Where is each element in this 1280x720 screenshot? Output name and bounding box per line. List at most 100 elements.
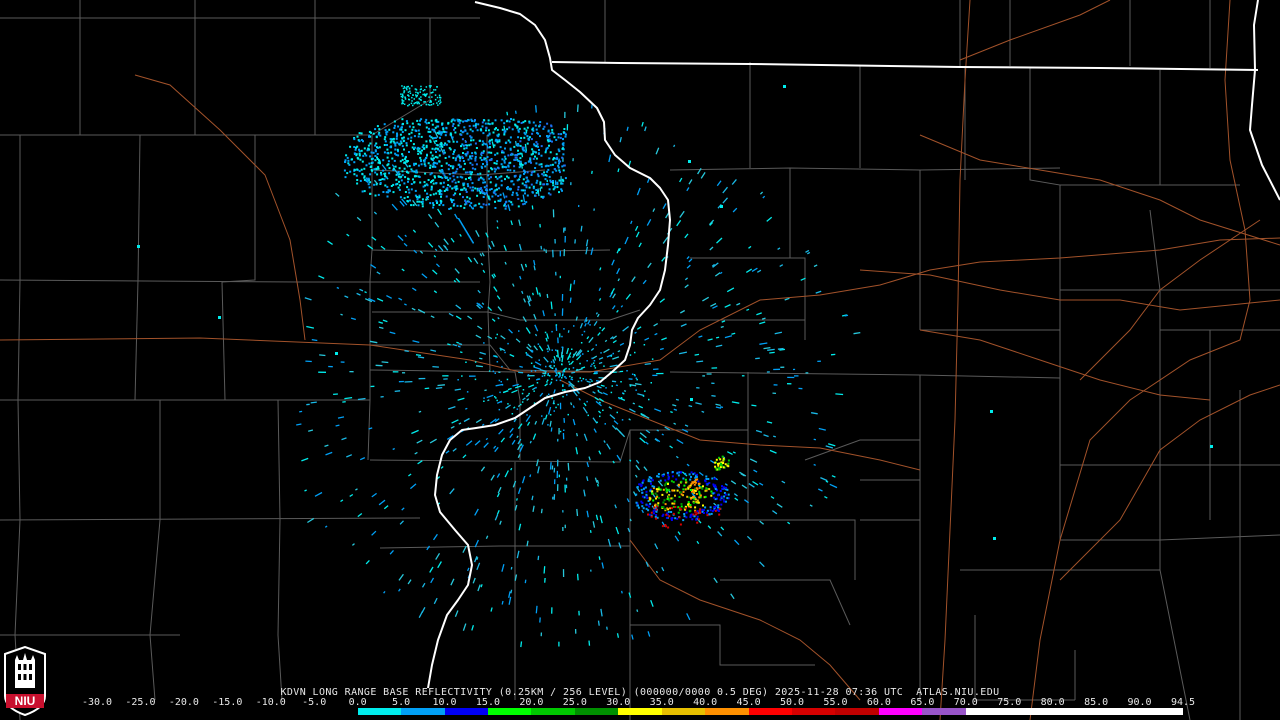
echo-pixel [426, 192, 429, 195]
echo-pixel [508, 120, 511, 123]
echo-pixel [714, 488, 717, 490]
echo-pixel [462, 144, 465, 147]
echo-pixel [376, 146, 378, 149]
echo-streak [531, 292, 534, 296]
echo-pixel [388, 167, 391, 170]
echo-pixel [506, 175, 508, 178]
echo-pixel [384, 184, 387, 187]
echo-pixel [585, 378, 587, 381]
echo-pixel [567, 413, 569, 416]
echo-pixel [559, 171, 561, 174]
echo-streak [535, 605, 538, 614]
echo-streak [636, 609, 639, 612]
echo-pixel [451, 201, 453, 204]
echo-pixel [365, 154, 368, 157]
legend-tick: 15.0 [475, 697, 500, 708]
echo-pixel [690, 497, 692, 500]
echo-pixel [555, 368, 557, 371]
echo-pixel [493, 128, 496, 131]
echo-pixel [497, 195, 500, 197]
echo-pixel [600, 352, 602, 354]
echo-pixel [558, 191, 560, 194]
echo-streak [394, 390, 401, 393]
echo-pixel [417, 123, 420, 126]
echo-pixel [692, 473, 695, 476]
echo-pixel [392, 137, 395, 140]
echo-pixel [370, 165, 373, 168]
echo-pixel [425, 146, 428, 149]
echo-pixel [590, 365, 592, 367]
echo-pixel [487, 174, 490, 177]
echo-pixel [417, 101, 420, 103]
echo-pixel [592, 362, 595, 364]
echo-pixel [402, 122, 404, 125]
echo-pixel [513, 145, 516, 148]
echo-pixel [404, 176, 407, 179]
echo-pixel [699, 512, 702, 514]
echo-pixel [545, 147, 548, 150]
echo-pixel [420, 163, 423, 166]
echo-streak [437, 384, 445, 387]
echo-streak [751, 404, 757, 407]
echo-pixel [705, 487, 708, 490]
echo-pixel [542, 174, 545, 177]
echo-pixel [411, 122, 414, 125]
echo-pixel [508, 200, 511, 203]
echo-pixel [687, 501, 690, 504]
echo-pixel [513, 165, 516, 168]
echo-pixel [483, 400, 485, 402]
echo-pixel [413, 135, 416, 138]
echo-pixel [481, 166, 484, 169]
echo-streak [515, 498, 518, 501]
echo-pixel [479, 156, 482, 159]
echo-pixel [403, 148, 405, 151]
echo-pixel [523, 136, 526, 139]
echo-pixel [702, 512, 705, 514]
echo-pixel [499, 199, 502, 202]
echo-pixel [677, 511, 680, 514]
echo-pixel [405, 120, 408, 123]
echo-pixel [435, 151, 437, 153]
echo-pixel [543, 374, 546, 377]
echo-pixel [568, 363, 571, 365]
echo-pixel [706, 514, 709, 517]
echo-pixel [670, 480, 673, 483]
echo-pixel [594, 367, 597, 369]
echo-pixel [403, 197, 406, 200]
echo-pixel [403, 161, 406, 164]
echo-pixel [403, 182, 406, 185]
echo-pixel [418, 132, 421, 135]
echo-pixel [783, 85, 786, 88]
echo-pixel [519, 175, 521, 178]
echo-pixel [564, 368, 566, 371]
echo-pixel [423, 160, 426, 163]
echo-pixel [573, 325, 575, 327]
echo-pixel [366, 180, 369, 183]
echo-pixel [492, 370, 495, 373]
echo-pixel [452, 171, 455, 174]
echo-pixel [534, 155, 536, 158]
echo-pixel [649, 480, 652, 483]
echo-pixel [657, 496, 660, 499]
echo-pixel [474, 142, 477, 145]
echo-pixel [405, 144, 408, 147]
echo-pixel [430, 119, 433, 122]
echo-pixel [525, 186, 528, 189]
echo-pixel [504, 157, 507, 160]
echo-pixel [410, 188, 413, 191]
echo-pixel [384, 140, 387, 143]
echo-pixel [720, 503, 723, 506]
echo-pixel [688, 473, 691, 476]
echo-streak [694, 353, 700, 356]
echo-streak [540, 508, 543, 514]
echo-pixel [519, 140, 522, 143]
echo-pixel [656, 495, 659, 498]
niu-logo: NIU [4, 646, 46, 716]
echo-pixel [676, 472, 679, 475]
echo-pixel [411, 85, 413, 87]
echo-pixel [561, 335, 563, 338]
echo-pixel [546, 348, 549, 350]
echo-pixel [406, 88, 408, 91]
echo-streak [510, 589, 513, 594]
echo-pixel [484, 181, 486, 184]
